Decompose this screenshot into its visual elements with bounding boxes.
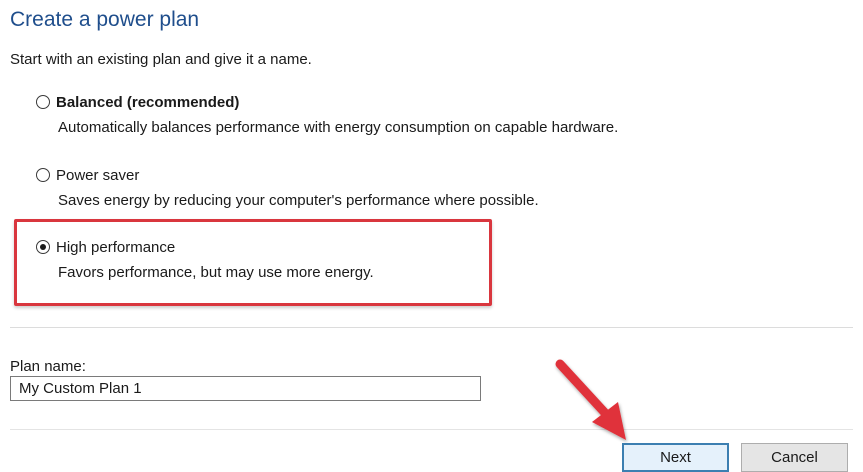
page-title: Create a power plan bbox=[10, 8, 200, 31]
plan-option-description: Saves energy by reducing your computer's… bbox=[58, 192, 539, 209]
radio-balanced[interactable] bbox=[36, 95, 50, 109]
plan-name-label: Plan name: bbox=[10, 358, 86, 375]
plan-option-row[interactable]: Balanced (recommended) bbox=[36, 92, 618, 112]
page-subtitle: Start with an existing plan and give it … bbox=[10, 51, 312, 68]
footer-divider bbox=[10, 429, 853, 430]
plan-option-label[interactable]: Balanced (recommended) bbox=[56, 94, 239, 111]
radio-high-performance[interactable] bbox=[36, 240, 50, 254]
section-divider bbox=[10, 327, 853, 328]
plan-option-label[interactable]: Power saver bbox=[56, 167, 139, 184]
plan-option-row[interactable]: Power saver bbox=[36, 165, 539, 185]
plan-name-input[interactable] bbox=[10, 376, 481, 401]
cancel-button[interactable]: Cancel bbox=[741, 443, 848, 472]
next-button[interactable]: Next bbox=[622, 443, 729, 472]
plan-option-power-saver[interactable]: Power saver Saves energy by reducing you… bbox=[36, 165, 539, 209]
plan-option-label[interactable]: High performance bbox=[56, 239, 175, 256]
create-power-plan-page: Create a power plan Start with an existi… bbox=[0, 0, 863, 472]
plan-option-high-performance[interactable]: High performance Favors performance, but… bbox=[36, 237, 374, 281]
plan-option-row[interactable]: High performance bbox=[36, 237, 374, 257]
red-arrow-icon bbox=[555, 359, 626, 440]
plan-option-balanced[interactable]: Balanced (recommended) Automatically bal… bbox=[36, 92, 618, 136]
plan-option-description: Favors performance, but may use more ene… bbox=[58, 264, 374, 281]
plan-option-description: Automatically balances performance with … bbox=[58, 119, 619, 136]
radio-power-saver[interactable] bbox=[36, 168, 50, 182]
